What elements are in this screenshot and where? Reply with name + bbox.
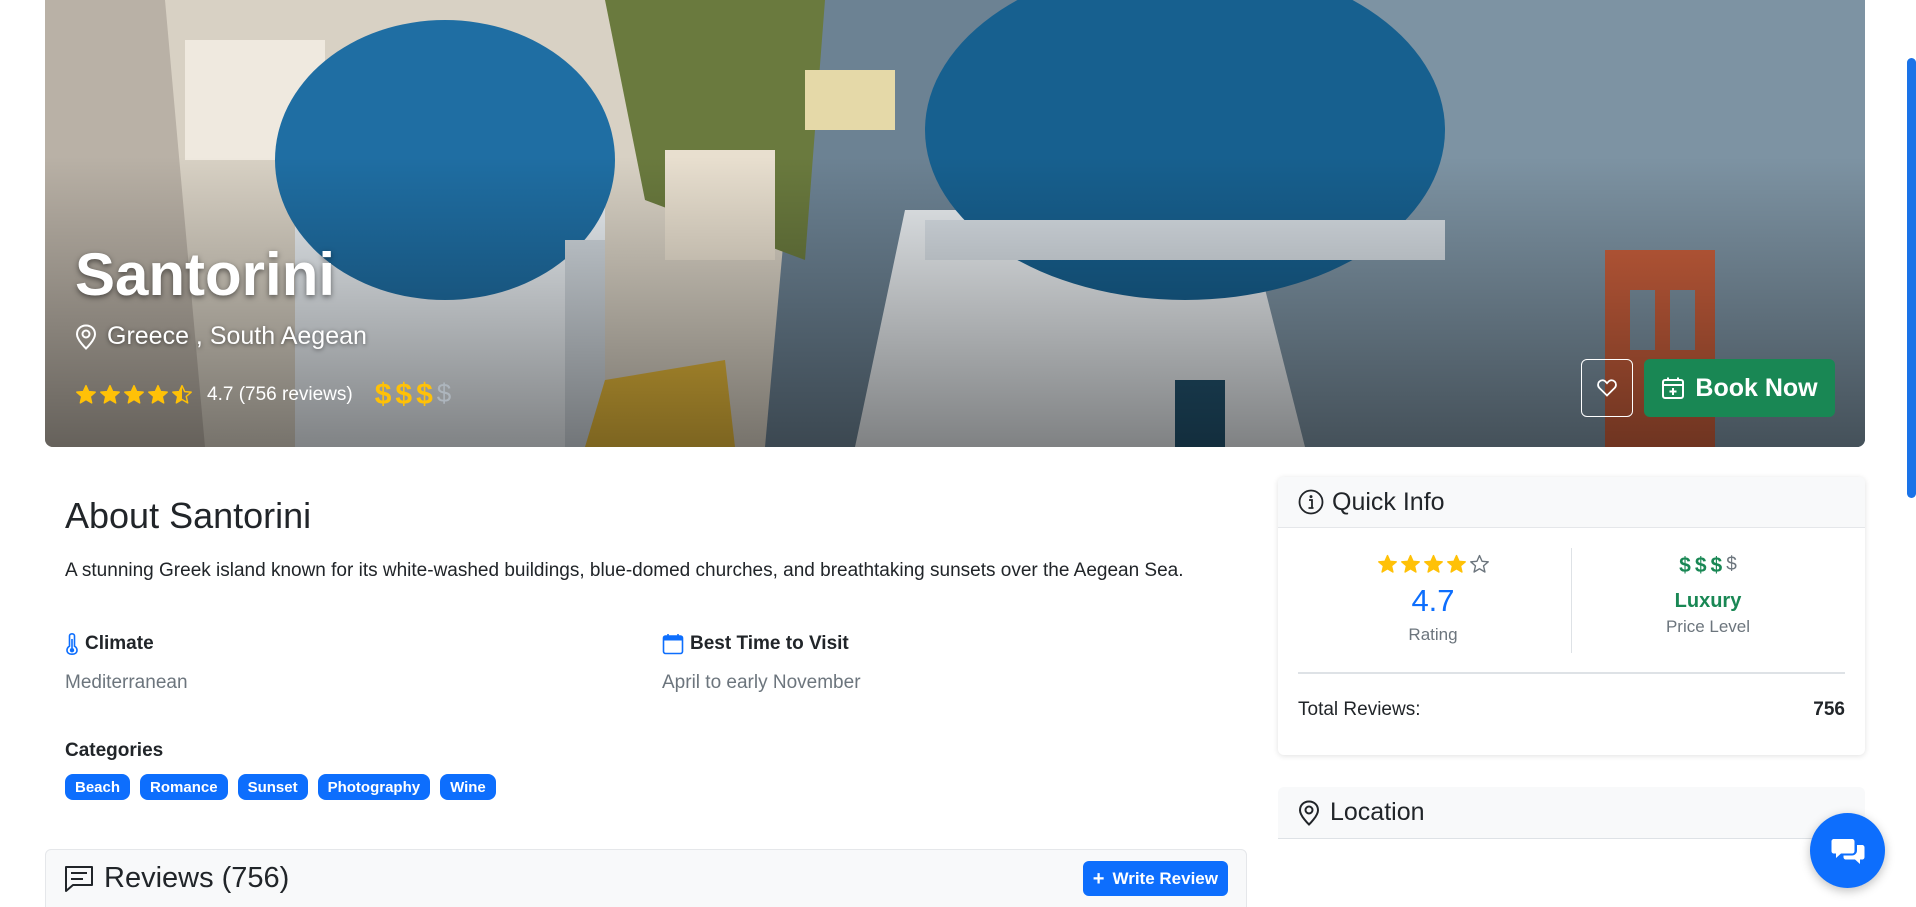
star-filled-icon	[1400, 554, 1420, 573]
price-mark-active: $	[1679, 554, 1691, 577]
price-level: $ $ $ $	[375, 378, 452, 412]
chat-button[interactable]	[1810, 813, 1885, 888]
price-mark-inactive: $	[436, 378, 452, 408]
thermometer-icon	[66, 633, 78, 655]
star-filled-icon	[1446, 554, 1466, 573]
reviews-section: Reviews (756) + Write Review	[45, 849, 1247, 907]
total-reviews-row: Total Reviews: 756	[1298, 699, 1845, 721]
plus-icon: +	[1092, 867, 1105, 890]
price-mark-inactive: $	[1726, 554, 1737, 575]
category-badge[interactable]: Beach	[65, 774, 131, 800]
location-text: Greece , South Aegean	[107, 322, 367, 350]
star-empty-icon	[1469, 554, 1489, 573]
chat-bubbles-icon	[1831, 838, 1864, 864]
best-time-fact: Best Time to Visit April to early Novemb…	[662, 633, 861, 694]
book-now-label: Book Now	[1695, 373, 1818, 402]
rating-value: 4.7	[1411, 583, 1455, 618]
quick-info-heading: Quick Info	[1332, 487, 1445, 516]
reviews-heading: Reviews (756)	[104, 862, 290, 894]
category-badge[interactable]: Wine	[440, 774, 496, 800]
facts-row: Climate Mediterranean Best Time to Visit…	[65, 633, 1245, 713]
categories-heading: Categories	[65, 740, 164, 761]
rating-text: 4.7 (756 reviews)	[207, 384, 353, 405]
quick-info-rating: 4.7 Rating	[1298, 554, 1568, 645]
info-circle-icon	[1298, 489, 1324, 515]
quick-info-price: $ $ $ $ Luxury Price Level	[1573, 554, 1843, 637]
book-now-button[interactable]: Book Now	[1644, 359, 1835, 417]
price-mark-active: $	[374, 378, 392, 411]
total-reviews-label: Total Reviews:	[1298, 699, 1421, 720]
calendar-plus-icon	[1662, 377, 1685, 399]
star-filled-icon	[76, 384, 96, 404]
favorite-button[interactable]	[1581, 359, 1633, 417]
write-review-button[interactable]: + Write Review	[1082, 861, 1228, 896]
price-mark-active: $	[395, 378, 413, 411]
chat-text-icon	[65, 865, 93, 892]
category-badge[interactable]: Sunset	[237, 774, 308, 800]
hero-banner: Santorini Greece , South Aegean 4.7 (756…	[45, 0, 1865, 447]
rating-label: Rating	[1408, 625, 1458, 644]
destination-location: Greece , South Aegean	[75, 322, 367, 351]
best-time-value: April to early November	[662, 672, 861, 693]
climate-fact: Climate Mediterranean	[65, 633, 188, 694]
star-filled-icon	[1423, 554, 1443, 573]
location-card-header: Location	[1278, 787, 1865, 839]
map-pin-icon	[75, 323, 97, 350]
climate-value: Mediterranean	[65, 672, 188, 693]
star-half-icon	[172, 384, 192, 404]
star-filled-icon	[1377, 554, 1397, 573]
category-badge[interactable]: Romance	[140, 774, 228, 800]
write-review-label: Write Review	[1112, 868, 1218, 888]
about-heading: About Santorini	[65, 495, 312, 536]
categories-list: Beach Romance Sunset Photography Wine	[65, 774, 496, 800]
location-heading: Location	[1330, 798, 1425, 826]
quick-star-rating	[1298, 554, 1568, 575]
star-rating	[75, 384, 193, 406]
calendar-icon	[662, 634, 684, 655]
price-level-name: Luxury	[1674, 590, 1742, 612]
star-filled-icon	[100, 384, 120, 404]
reviews-header: Reviews (756)	[64, 862, 289, 895]
destination-title: Santorini	[75, 241, 336, 308]
price-level-label: Price Level	[1665, 617, 1751, 636]
star-filled-icon	[124, 384, 144, 404]
climate-label: Climate	[85, 633, 154, 654]
price-mark-active: $	[416, 378, 433, 411]
about-description: A stunning Greek island known for its wh…	[65, 560, 1184, 581]
star-filled-icon	[148, 384, 168, 404]
best-time-label: Best Time to Visit	[690, 633, 849, 654]
quick-info-card: Quick Info 4.7 Rating $ $ $ $ Luxury Price …	[1278, 477, 1865, 755]
quick-info-divider	[1571, 548, 1572, 653]
destination-rating: 4.7 (756 reviews) $ $ $ $	[75, 378, 451, 412]
quick-price-level: $ $ $ $	[1573, 554, 1843, 578]
quick-info-separator	[1298, 672, 1845, 674]
quick-info-header: Quick Info	[1278, 477, 1865, 528]
price-mark-active: $	[1694, 554, 1707, 577]
map-pin-icon	[1298, 799, 1320, 826]
category-badge[interactable]: Photography	[317, 774, 431, 800]
scrollbar-thumb[interactable]	[1907, 58, 1916, 498]
price-mark-active: $	[1710, 554, 1723, 577]
heart-icon	[1597, 379, 1617, 397]
total-reviews-value: 756	[1813, 699, 1845, 720]
about-section: About Santorini A stunning Greek island …	[65, 495, 1205, 800]
